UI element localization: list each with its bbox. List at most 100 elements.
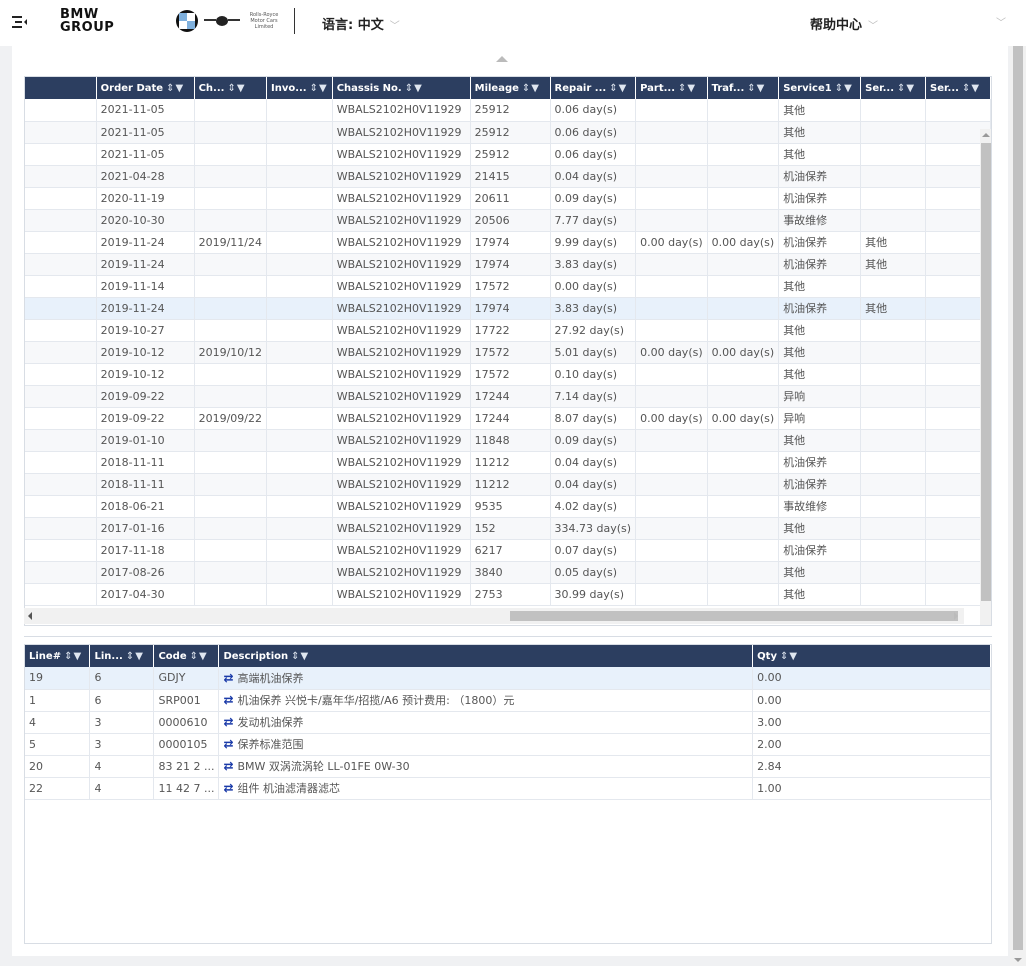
column-header[interactable]: Ch... ⇕▼ xyxy=(194,77,267,99)
page-scrollbar[interactable] xyxy=(1010,46,1026,966)
column-header[interactable]: Invo... ⇕▼ xyxy=(266,77,333,99)
sort-filter-icon[interactable]: ⇕▼ xyxy=(405,83,423,94)
collapse-up-icon[interactable] xyxy=(496,56,508,62)
table-cell xyxy=(266,363,333,386)
table-row[interactable]: 2021-04-28 WBALS2102H0V11929 21415 0.04 day… xyxy=(25,165,991,188)
column-header[interactable]: Lin... ⇕▼ xyxy=(89,645,155,667)
table-row[interactable]: 19 6 GDJY ⇄ 高端机油保养 0.00 xyxy=(25,667,991,690)
table-row[interactable]: 22 4 11 42 7 ... ⇄ 组件 机油滤清器滤芯 1.00 xyxy=(25,777,991,800)
column-header[interactable]: Qty ⇕▼ xyxy=(752,645,991,667)
sort-filter-icon[interactable]: ⇕▼ xyxy=(962,83,980,94)
table-row[interactable]: 2017-01-16 WBALS2102H0V11929 152 334.73 day… xyxy=(25,517,991,540)
sort-filter-icon[interactable]: ⇕▼ xyxy=(835,83,853,94)
scroll-left-icon[interactable] xyxy=(28,612,32,620)
sort-filter-icon[interactable]: ⇕▼ xyxy=(190,651,208,662)
table-row[interactable]: 2019-10-12 WBALS2102H0V11929 17572 0.10 day… xyxy=(25,363,991,386)
chevron-down-icon: ﹀ xyxy=(868,21,879,32)
table-row[interactable]: 2019-01-10 WBALS2102H0V11929 11848 0.09 day… xyxy=(25,429,991,452)
table-row[interactable]: 2017-04-30 WBALS2102H0V11929 2753 30.99 day… xyxy=(25,583,991,606)
user-menu[interactable] xyxy=(920,14,980,28)
cell-text: 机油保养 xyxy=(783,478,828,491)
cell-text: 2019-01-10 xyxy=(100,433,165,447)
table-row[interactable]: 2021-11-05 WBALS2102H0V11929 25912 0.06 day… xyxy=(25,99,991,122)
table-row[interactable]: 2017-11-18 WBALS2102H0V11929 6217 0.07 day(… xyxy=(25,539,991,562)
table-cell xyxy=(25,253,97,276)
table-row[interactable]: 2017-08-26 WBALS2102H0V11929 3840 0.05 day(… xyxy=(25,561,991,584)
scrollbar-thumb[interactable] xyxy=(981,143,991,601)
table-cell: 其他 xyxy=(778,517,862,540)
scrollbar-thumb[interactable] xyxy=(510,611,958,621)
grid-vertical-scrollbar[interactable] xyxy=(980,129,991,625)
column-header[interactable]: Mileage ⇕▼ xyxy=(470,77,551,99)
table-row[interactable]: 2021-11-05 WBALS2102H0V11929 25912 0.06 day… xyxy=(25,143,991,166)
swap-arrows-icon[interactable]: ⇄ xyxy=(223,715,233,729)
table-cell: 22 xyxy=(25,777,91,800)
table-cell: 2021-11-05 xyxy=(96,99,195,122)
scroll-down-icon[interactable] xyxy=(1014,958,1022,962)
sort-filter-icon[interactable]: ⇕▼ xyxy=(227,83,245,94)
table-row[interactable]: 2019-09-22 2019/09/22 WBALS2102H0V11929 172… xyxy=(25,407,991,430)
help-center-menu[interactable]: 帮助中心 ﹀ xyxy=(810,14,878,33)
table-row[interactable]: 1 6 SRP001 ⇄ 机油保养 兴悦卡/嘉年华/招揽/A6 预计费用: （1800）… xyxy=(25,689,991,712)
column-header[interactable] xyxy=(25,77,97,99)
table-cell: 2018-11-11 xyxy=(96,451,195,474)
table-cell xyxy=(194,99,267,122)
sort-filter-icon[interactable]: ⇕▼ xyxy=(310,83,328,94)
sort-filter-icon[interactable]: ⇕▼ xyxy=(678,83,696,94)
chevron-down-icon[interactable]: ﹀ xyxy=(996,14,1006,29)
swap-arrows-icon[interactable]: ⇄ xyxy=(223,693,233,707)
sort-filter-icon[interactable]: ⇕▼ xyxy=(291,651,309,662)
table-cell: 27.92 day(s) xyxy=(550,319,637,342)
column-header[interactable]: Repair ... ⇕▼ xyxy=(550,77,637,99)
sort-filter-icon[interactable]: ⇕▼ xyxy=(897,83,915,94)
table-row[interactable]: 2019-09-22 WBALS2102H0V11929 17244 7.14 day… xyxy=(25,385,991,408)
table-cell xyxy=(194,539,267,562)
table-row[interactable]: 2018-11-11 WBALS2102H0V11929 11212 0.04 day… xyxy=(25,451,991,474)
swap-arrows-icon[interactable]: ⇄ xyxy=(223,781,233,795)
column-header[interactable]: Traf... ⇕▼ xyxy=(707,77,780,99)
sort-filter-icon[interactable]: ⇕▼ xyxy=(522,83,540,94)
sort-filter-icon[interactable]: ⇕▼ xyxy=(166,83,184,94)
table-cell xyxy=(707,583,780,606)
page-scrollbar-thumb[interactable] xyxy=(1013,46,1023,950)
table-row[interactable]: 4 3 0000610 ⇄ 发动机油保养 3.00 xyxy=(25,711,991,734)
table-row[interactable]: 2020-11-19 WBALS2102H0V11929 20611 0.09 day… xyxy=(25,187,991,210)
column-header[interactable]: Part... ⇕▼ xyxy=(635,77,708,99)
swap-arrows-icon[interactable]: ⇄ xyxy=(223,737,233,751)
menu-icon[interactable] xyxy=(12,14,28,30)
sort-filter-icon[interactable]: ⇕▼ xyxy=(747,83,765,94)
table-row[interactable]: 2019-11-24 2019/11/24 WBALS2102H0V11929 179… xyxy=(25,231,991,254)
column-header[interactable]: Line# ⇕▼ xyxy=(25,645,91,667)
table-row[interactable]: 2019-11-24 WBALS2102H0V11929 17974 3.83 day… xyxy=(25,253,991,276)
scroll-right-icon[interactable] xyxy=(954,612,958,620)
bmw-group-logo[interactable]: BMW GROUP xyxy=(60,8,114,34)
table-row[interactable]: 2019-11-14 WBALS2102H0V11929 17572 0.00 day… xyxy=(25,275,991,298)
column-header[interactable]: Ser... ⇕▼ xyxy=(860,77,927,99)
column-header[interactable]: Description ⇕▼ xyxy=(218,645,754,667)
column-header[interactable]: Code ⇕▼ xyxy=(153,645,220,667)
swap-arrows-icon[interactable]: ⇄ xyxy=(223,759,233,773)
column-header[interactable]: Order Date ⇕▼ xyxy=(96,77,195,99)
table-row[interactable]: 2019-10-12 2019/10/12 WBALS2102H0V11929 175… xyxy=(25,341,991,364)
table-cell xyxy=(707,539,780,562)
table-row[interactable]: 5 3 0000105 ⇄ 保养标准范围 2.00 xyxy=(25,733,991,756)
sort-filter-icon[interactable]: ⇕▼ xyxy=(126,651,144,662)
column-header[interactable]: Ser... ⇕▼ xyxy=(925,77,991,99)
grid-horizontal-scrollbar[interactable] xyxy=(24,608,964,624)
column-header[interactable]: Chassis No. ⇕▼ xyxy=(332,77,471,99)
sort-filter-icon[interactable]: ⇕▼ xyxy=(609,83,627,94)
table-row[interactable]: 2019-10-27 WBALS2102H0V11929 17722 27.92 da… xyxy=(25,319,991,342)
language-selector[interactable]: 语言: 中文 ﹀ xyxy=(322,14,400,33)
table-row[interactable]: 20 4 83 21 2 ... ⇄ BMW 双涡流涡轮 LL-01FE 0W-30 2.… xyxy=(25,755,991,778)
cell-text: WBALS2102H0V11929 xyxy=(336,257,462,271)
table-row[interactable]: 2020-10-30 WBALS2102H0V11929 20506 7.77 day… xyxy=(25,209,991,232)
scroll-up-icon[interactable] xyxy=(982,133,990,137)
table-row[interactable]: 2018-06-21 WBALS2102H0V11929 9535 4.02 day(… xyxy=(25,495,991,518)
column-header[interactable]: Service1 ⇕▼ xyxy=(778,77,862,99)
sort-filter-icon[interactable]: ⇕▼ xyxy=(64,651,82,662)
table-row[interactable]: 2018-11-11 WBALS2102H0V11929 11212 0.04 day… xyxy=(25,473,991,496)
sort-filter-icon[interactable]: ⇕▼ xyxy=(780,651,798,662)
table-row[interactable]: 2019-11-24 WBALS2102H0V11929 17974 3.83 day… xyxy=(25,297,991,320)
table-row[interactable]: 2021-11-05 WBALS2102H0V11929 25912 0.06 day… xyxy=(25,121,991,144)
swap-arrows-icon[interactable]: ⇄ xyxy=(223,671,233,685)
